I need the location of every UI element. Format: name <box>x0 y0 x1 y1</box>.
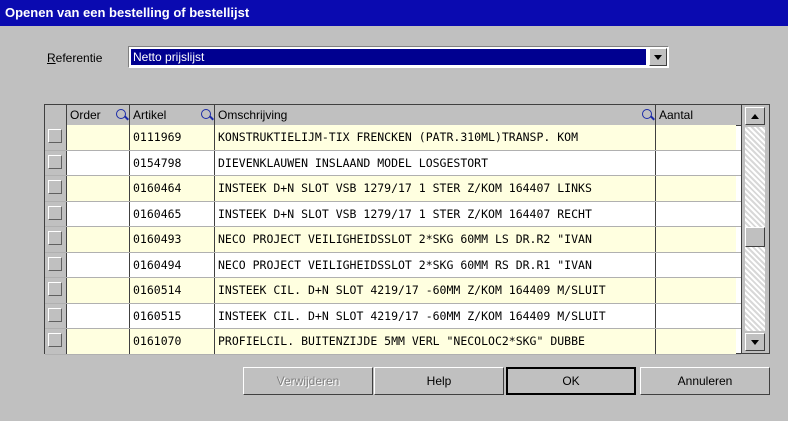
referentie-value: Netto prijslijst <box>131 49 646 65</box>
omschrijving-cell[interactable]: INSTEEK CIL. D+N SLOT 4219/17 -60MM Z/KO… <box>215 278 656 303</box>
arrow-down-icon <box>751 340 759 345</box>
order-cell[interactable] <box>67 125 130 150</box>
table-row[interactable]: 0154798 DIEVENKLAUWEN INSLAAND MODEL LOS… <box>45 150 741 176</box>
grid-rows: 0111969 KONSTRUKTIELIJM-TIX FRENCKEN (PA… <box>45 125 741 355</box>
column-header-omschrijving[interactable]: Omschrijving <box>215 105 656 125</box>
search-icon[interactable] <box>116 109 126 119</box>
order-cell[interactable] <box>67 278 130 303</box>
aantal-cell[interactable] <box>656 253 736 278</box>
table-row[interactable]: 0160465 INSTEEK D+N SLOT VSB 1279/17 1 S… <box>45 201 741 227</box>
omschrijving-cell[interactable]: KONSTRUKTIELIJM-TIX FRENCKEN (PATR.310ML… <box>215 125 656 150</box>
aantal-cell[interactable] <box>656 329 736 354</box>
scroll-up-button[interactable] <box>745 107 765 125</box>
artikel-cell[interactable]: 0160465 <box>130 201 215 226</box>
table-row[interactable]: 0161070 PROFIELCIL. BUITENZIJDE 5MM VERL… <box>45 329 741 355</box>
artikel-cell[interactable]: 0160515 <box>130 303 215 328</box>
order-cell[interactable] <box>67 329 130 354</box>
verwijderen-button[interactable]: Verwijderen <box>243 367 373 395</box>
table-row[interactable]: 0160493 NECO PROJECT VEILIGHEIDSSLOT 2*S… <box>45 227 741 253</box>
row-selector[interactable] <box>45 125 67 150</box>
row-selector[interactable] <box>45 150 67 175</box>
scroll-down-button[interactable] <box>745 333 765 351</box>
row-selector[interactable] <box>45 176 67 201</box>
search-icon[interactable] <box>201 109 211 119</box>
omschrijving-cell[interactable]: DIEVENKLAUWEN INSLAAND MODEL LOSGESTORT <box>215 150 656 175</box>
artikel-cell[interactable]: 0160494 <box>130 252 215 277</box>
artikel-cell[interactable]: 0154798 <box>130 150 215 175</box>
referentie-label: Referentie <box>47 51 103 65</box>
referentie-combobox[interactable]: Netto prijslijst <box>128 46 669 68</box>
order-cell[interactable] <box>67 176 130 201</box>
dialog-window: Openen van een bestelling of bestellijst… <box>0 0 788 421</box>
table-row[interactable]: 0111969 KONSTRUKTIELIJM-TIX FRENCKEN (PA… <box>45 125 741 151</box>
artikel-cell[interactable]: 0160464 <box>130 176 215 201</box>
annuleren-button[interactable]: Annuleren <box>640 367 770 395</box>
row-selector[interactable] <box>45 227 67 252</box>
title-bar: Openen van een bestelling of bestellijst <box>0 0 788 26</box>
order-cell[interactable] <box>67 227 130 252</box>
aantal-cell[interactable] <box>656 151 736 176</box>
order-cell[interactable] <box>67 303 130 328</box>
order-cell[interactable] <box>67 252 130 277</box>
omschrijving-cell[interactable]: NECO PROJECT VEILIGHEIDSSLOT 2*SKG 60MM … <box>215 252 656 277</box>
artikel-cell[interactable]: 0160514 <box>130 278 215 303</box>
order-cell[interactable] <box>67 150 130 175</box>
aantal-cell[interactable] <box>656 304 736 329</box>
order-cell[interactable] <box>67 201 130 226</box>
scroll-thumb[interactable] <box>745 227 765 247</box>
omschrijving-cell[interactable]: PROFIELCIL. BUITENZIJDE 5MM VERL "NECOLO… <box>215 329 656 354</box>
aantal-cell[interactable] <box>656 227 736 252</box>
row-selector[interactable] <box>45 303 67 328</box>
aantal-cell[interactable] <box>656 202 736 227</box>
row-selector[interactable] <box>45 278 67 303</box>
order-grid: Order Artikel Omschrijving Aantal 011196… <box>44 104 770 355</box>
table-row[interactable]: 0160514 INSTEEK CIL. D+N SLOT 4219/17 -6… <box>45 278 741 304</box>
row-selector[interactable] <box>45 201 67 226</box>
omschrijving-cell[interactable]: INSTEEK D+N SLOT VSB 1279/17 1 STER Z/KO… <box>215 201 656 226</box>
aantal-cell[interactable] <box>656 125 736 150</box>
chevron-down-icon <box>654 55 662 60</box>
grid-header: Order Artikel Omschrijving Aantal <box>45 105 741 126</box>
artikel-cell[interactable]: 0161070 <box>130 329 215 354</box>
omschrijving-cell[interactable]: NECO PROJECT VEILIGHEIDSSLOT 2*SKG 60MM … <box>215 227 656 252</box>
column-header-order[interactable]: Order <box>67 105 130 125</box>
aantal-cell[interactable] <box>656 176 736 201</box>
omschrijving-cell[interactable]: INSTEEK CIL. D+N SLOT 4219/17 -60MM Z/KO… <box>215 303 656 328</box>
artikel-cell[interactable]: 0111969 <box>130 125 215 150</box>
vertical-scrollbar[interactable] <box>741 105 769 353</box>
aantal-cell[interactable] <box>656 278 736 303</box>
column-header-artikel[interactable]: Artikel <box>130 105 215 125</box>
table-row[interactable]: 0160464 INSTEEK D+N SLOT VSB 1279/17 1 S… <box>45 176 741 202</box>
omschrijving-cell[interactable]: INSTEEK D+N SLOT VSB 1279/17 1 STER Z/KO… <box>215 176 656 201</box>
arrow-up-icon <box>751 114 759 119</box>
header-selector <box>45 105 67 125</box>
row-selector[interactable] <box>45 329 67 354</box>
dropdown-button[interactable] <box>649 48 667 66</box>
table-row[interactable]: 0160494 NECO PROJECT VEILIGHEIDSSLOT 2*S… <box>45 252 741 278</box>
table-row[interactable]: 0160515 INSTEEK CIL. D+N SLOT 4219/17 -6… <box>45 303 741 329</box>
search-icon[interactable] <box>642 109 652 119</box>
help-button[interactable]: Help <box>374 367 504 395</box>
artikel-cell[interactable]: 0160493 <box>130 227 215 252</box>
row-selector[interactable] <box>45 252 67 277</box>
ok-button[interactable]: OK <box>506 367 636 395</box>
column-header-aantal[interactable]: Aantal <box>656 105 736 125</box>
